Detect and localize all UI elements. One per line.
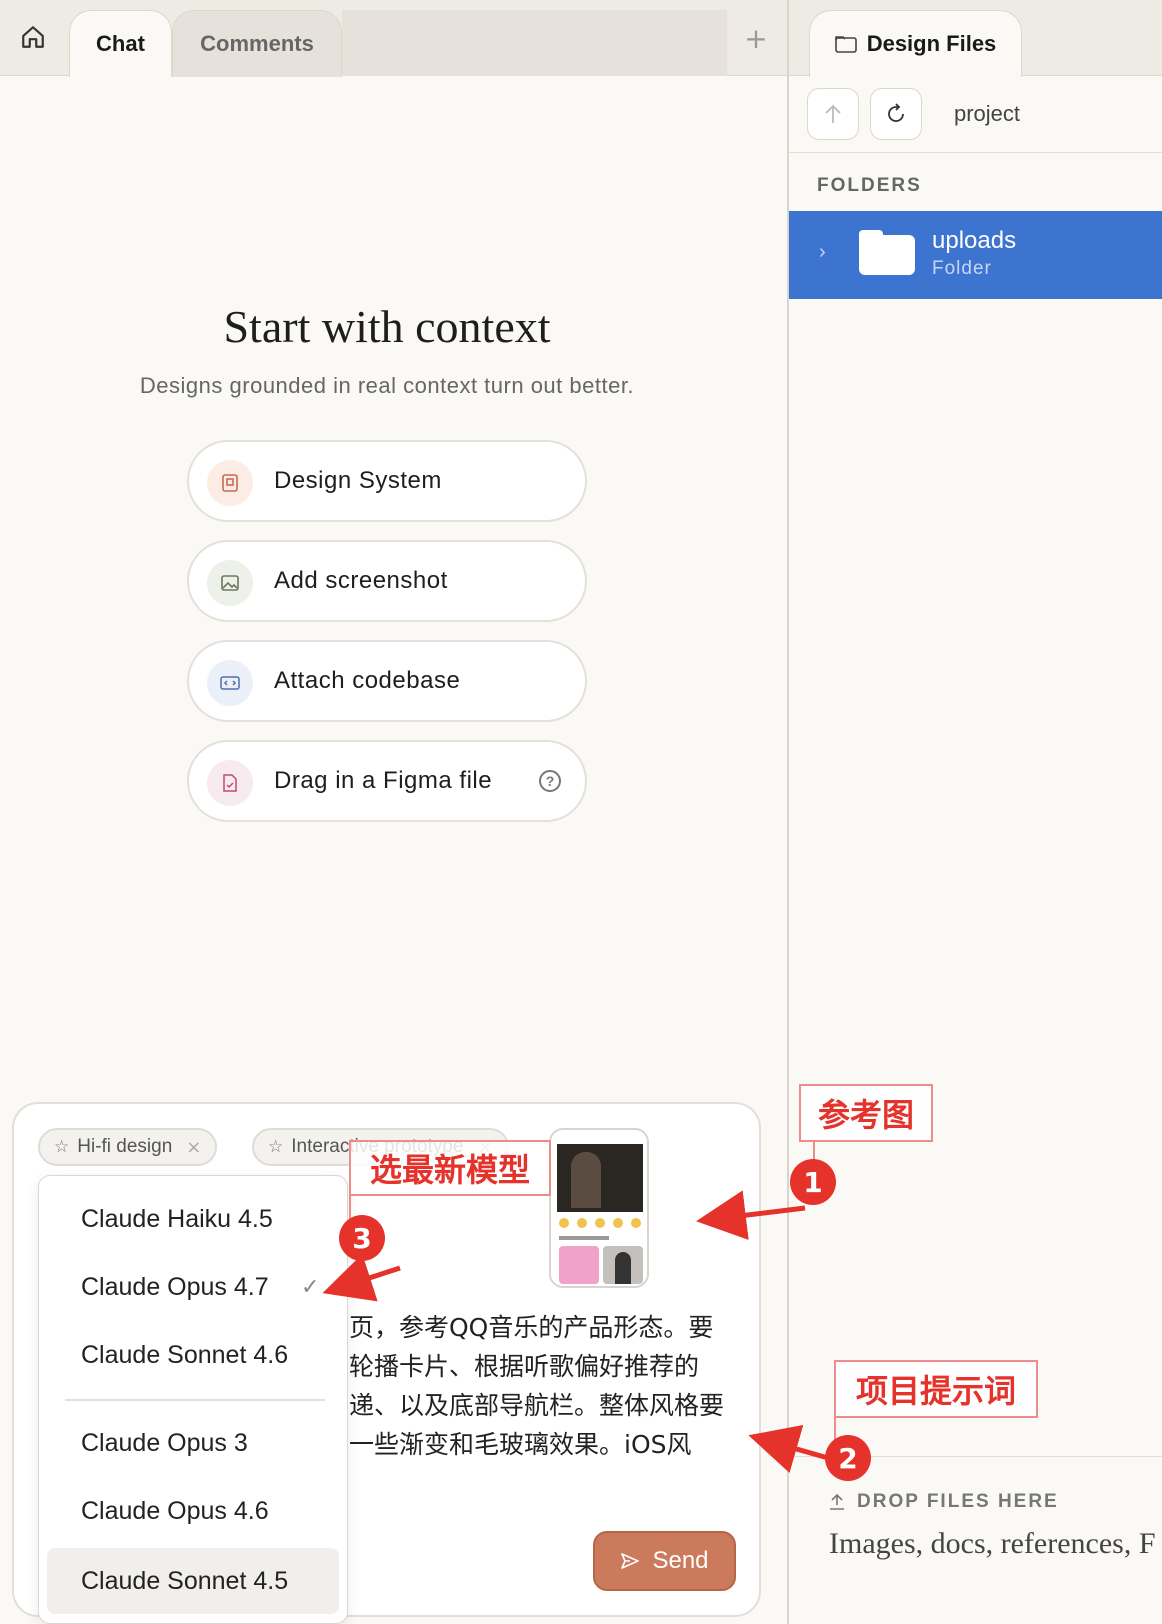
drop-zone[interactable]: DROP FILES HERE Images, docs, references… [789, 1456, 1162, 1624]
attach-codebase-button[interactable]: Attach codebase [187, 640, 587, 722]
model-option-label: Claude Haiku 4.5 [81, 1204, 273, 1233]
prompt-line: 一些渐变和毛玻璃效果。iOS风 [349, 1430, 692, 1459]
model-option-hovered[interactable]: Claude Sonnet 4.5 [47, 1548, 339, 1614]
model-option[interactable]: Claude Opus 4.6 [47, 1478, 339, 1544]
add-tab-button[interactable]: + [740, 22, 772, 55]
model-option[interactable]: Claude Haiku 4.5 [47, 1186, 339, 1252]
prompt-line: 轮播卡片、根据听歌偏好推荐的 [349, 1352, 700, 1381]
tab-chat-label: Chat [96, 31, 145, 56]
dropdown-divider [65, 1399, 325, 1401]
folders-header: FOLDERS [817, 175, 922, 196]
arrow-up-icon [825, 104, 841, 123]
tab-design-files[interactable]: Design Files [809, 10, 1022, 77]
chip-label: Hi-fi design [77, 1136, 173, 1157]
add-screenshot-label: Add screenshot [274, 567, 448, 594]
refresh-button[interactable] [870, 88, 922, 140]
help-icon[interactable]: ? [539, 770, 561, 792]
files-tab-bar: Design Files [789, 0, 1162, 77]
annotation-number-2: 2 [825, 1435, 871, 1481]
tab-design-files-label: Design Files [866, 31, 997, 56]
annotation-reference-image: 参考图 [799, 1084, 933, 1142]
design-system-label: Design System [274, 467, 442, 494]
file-icon [207, 760, 253, 806]
folder-type: Folder [932, 258, 992, 279]
star-icon: ☆ [268, 1137, 284, 1157]
chip-hifi-design[interactable]: ☆ Hi-fi design × [38, 1128, 218, 1166]
annotation-project-prompt: 项目提示词 [834, 1360, 1038, 1418]
model-option-label: Claude Sonnet 4.6 [81, 1340, 289, 1369]
model-option-selected[interactable]: Claude Opus 4.7 ✓ [47, 1254, 339, 1320]
prompt-input[interactable]: 页，参考QQ音乐的产品形态。要 轮播卡片、根据听歌偏好推荐的 递、以及底部导航栏… [349, 1308, 739, 1464]
annotation-number-3: 3 [339, 1215, 385, 1261]
up-directory-button[interactable] [807, 88, 859, 140]
prompt-line: 页，参考QQ音乐的产品形态。要 [349, 1313, 714, 1342]
close-icon[interactable]: × [186, 1137, 201, 1158]
annotation-latest-model: 选最新模型 [349, 1140, 551, 1196]
model-option-label: Claude Sonnet 4.5 [81, 1566, 289, 1595]
model-option[interactable]: Claude Opus 3 [47, 1410, 339, 1476]
send-button[interactable]: Send [593, 1531, 736, 1591]
check-icon: ✓ [301, 1274, 320, 1300]
folder-outline-icon [834, 36, 857, 53]
model-dropdown: Claude Haiku 4.5 Claude Opus 4.7 ✓ Claude… [38, 1175, 348, 1624]
page-title: Start with context [223, 301, 551, 352]
model-option[interactable]: Claude Sonnet 4.6 [47, 1322, 339, 1388]
home-icon [22, 26, 44, 48]
home-button[interactable] [14, 18, 52, 56]
image-icon [207, 560, 253, 606]
tab-comments-label: Comments [200, 31, 314, 56]
model-option-label: Claude Opus 4.6 [81, 1496, 269, 1525]
folder-row-uploads[interactable]: › uploads Folder [789, 211, 1162, 299]
annotation-number-1: 1 [790, 1159, 836, 1205]
send-icon [621, 1553, 640, 1569]
code-icon [207, 660, 253, 706]
figma-file-button[interactable]: Drag in a Figma file ? [187, 740, 587, 822]
files-toolbar: project [789, 76, 1162, 153]
tab-comments[interactable]: Comments [172, 10, 342, 77]
page-subtitle: Designs grounded in real context turn ou… [139, 373, 635, 398]
drop-header: DROP FILES HERE [829, 1491, 1059, 1513]
chevron-right-icon[interactable]: › [819, 241, 826, 264]
drop-header-label: DROP FILES HERE [857, 1491, 1059, 1512]
folder-icon [859, 230, 915, 275]
drop-description: Images, docs, references, F [829, 1527, 1156, 1560]
current-path: project [954, 101, 1021, 126]
tab-bar: Comments Chat + [0, 0, 787, 77]
figma-file-label: Drag in a Figma file [274, 767, 493, 794]
model-option-label: Claude Opus 3 [81, 1428, 248, 1457]
design-system-button[interactable]: Design System [187, 440, 587, 522]
tab-chat[interactable]: Chat [69, 10, 172, 77]
model-option-label: Claude Opus 4.7 [81, 1272, 269, 1301]
upload-icon [830, 1493, 844, 1510]
book-icon [207, 460, 253, 506]
star-icon: ☆ [54, 1137, 70, 1157]
send-label: Send [652, 1547, 709, 1574]
folder-name: uploads [932, 227, 1017, 254]
reference-image-thumbnail[interactable] [549, 1128, 649, 1288]
refresh-icon [888, 103, 904, 122]
add-screenshot-button[interactable]: Add screenshot [187, 540, 587, 622]
tab-strip-fill [342, 10, 727, 76]
attach-codebase-label: Attach codebase [274, 667, 461, 694]
prompt-line: 递、以及底部导航栏。整体风格要 [349, 1391, 725, 1420]
